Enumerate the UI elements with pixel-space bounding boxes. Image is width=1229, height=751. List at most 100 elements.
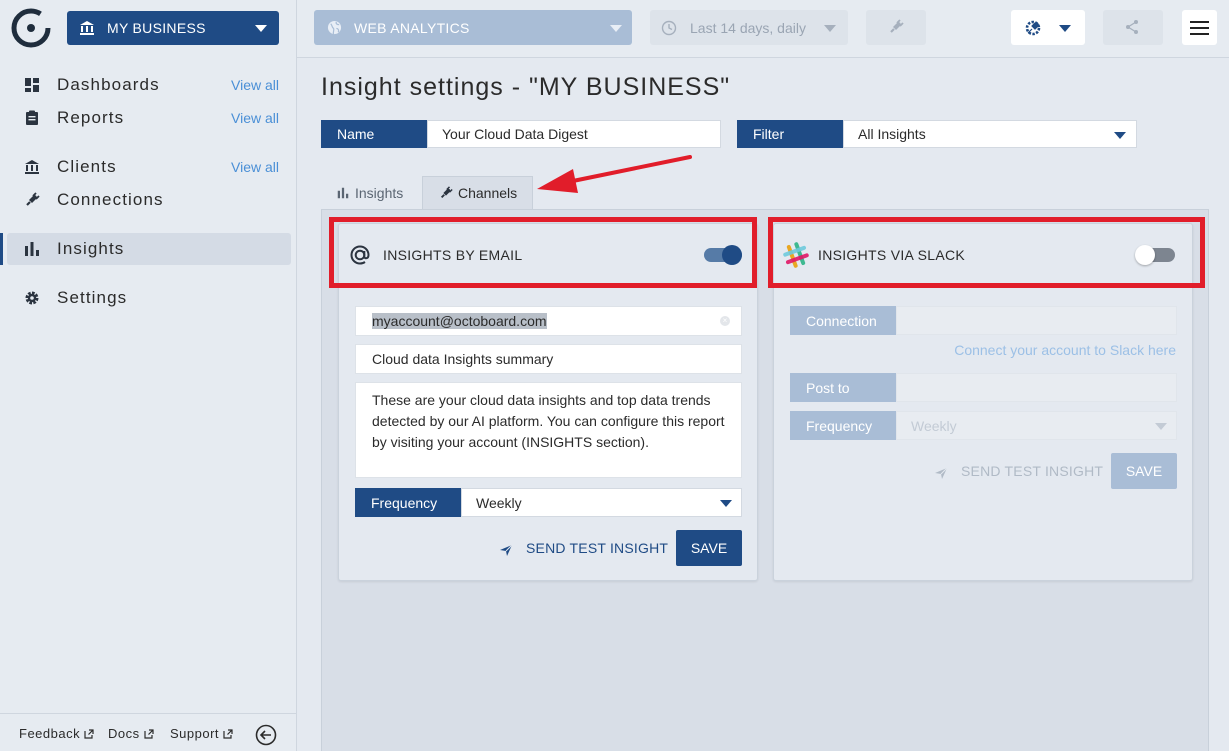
paper-plane-icon [500, 544, 513, 556]
slack-save-button[interactable]: SAVE [1111, 453, 1177, 489]
external-link-icon [84, 728, 94, 739]
annotation-highlight-email [329, 217, 757, 288]
chevron-down-icon [1155, 423, 1167, 430]
share-button[interactable] [1103, 10, 1163, 45]
sidebar-item-label: Connections [57, 190, 164, 209]
datasource-label: WEB ANALYTICS [354, 19, 470, 36]
plug-icon [440, 186, 453, 199]
email-frequency-value: Weekly [476, 494, 522, 511]
send-test-label: SEND TEST INSIGHT [961, 463, 1104, 479]
slack-post-to-label: Post to [790, 373, 896, 402]
sidebar-item-reports[interactable]: Reports View all [0, 102, 291, 134]
business-name: MY BUSINESS [107, 20, 206, 36]
bar-chart-icon [25, 242, 39, 256]
external-link-icon [223, 728, 233, 739]
plug-icon [26, 192, 40, 206]
sidebar-item-insights[interactable]: Insights [7, 233, 291, 265]
top-bar: WEB ANALYTICS Last 14 days, daily [297, 0, 1229, 58]
external-link-icon [144, 728, 154, 739]
sidebar-item-connections[interactable]: Connections [0, 184, 291, 216]
feedback-label: Feedback [19, 726, 81, 741]
slack-connection-select[interactable] [896, 306, 1177, 335]
active-indicator [0, 233, 3, 265]
dashboard-icon [25, 78, 39, 92]
filter-label: Filter [737, 120, 843, 148]
clear-input-icon[interactable]: × [720, 316, 730, 326]
sidebar-item-dashboards[interactable]: Dashboards View all [0, 69, 291, 101]
view-all-dashboards-link[interactable]: View all [231, 77, 279, 93]
main-menu-button[interactable] [1182, 10, 1217, 45]
chevron-down-icon [1114, 132, 1126, 139]
connect-slack-link[interactable]: Connect your account to Slack here [954, 342, 1176, 358]
email-frequency-select[interactable]: Weekly [461, 488, 742, 517]
sidebar-item-label: Insights [57, 239, 125, 258]
sidebar-item-label: Clients [57, 157, 117, 176]
dashboard-settings-button[interactable] [1011, 10, 1085, 45]
chevron-down-icon [255, 25, 267, 32]
name-label: Name [321, 120, 427, 148]
chevron-down-icon [720, 500, 732, 507]
email-frequency-label: Frequency [355, 488, 461, 517]
channels-panel: INSIGHTS BY EMAIL myaccount@octoboard.co… [321, 209, 1209, 751]
clipboard-icon [26, 110, 38, 125]
slack-frequency-select[interactable]: Weekly [896, 411, 1177, 440]
chevron-down-icon [610, 25, 622, 32]
globe-icon [327, 20, 342, 35]
share-icon [1126, 20, 1138, 34]
name-input[interactable]: Your Cloud Data Digest [427, 120, 721, 148]
email-recipient-input[interactable]: myaccount@octoboard.com × [355, 306, 742, 336]
clock-icon [661, 20, 677, 36]
chevron-down-icon [1059, 25, 1071, 32]
email-save-button[interactable]: SAVE [676, 530, 742, 566]
support-label: Support [170, 726, 220, 741]
connections-button[interactable] [866, 10, 926, 45]
email-subject-input[interactable]: Cloud data Insights summary [355, 344, 742, 374]
slack-frequency-label: Frequency [790, 411, 896, 440]
slack-send-test-button[interactable]: SEND TEST INSIGHT [934, 462, 1103, 480]
email-send-test-button[interactable]: SEND TEST INSIGHT [499, 539, 668, 557]
tab-label: Insights [355, 184, 404, 201]
business-selector[interactable]: MY BUSINESS [67, 11, 279, 45]
bank-icon [80, 21, 94, 35]
datasource-selector[interactable]: WEB ANALYTICS [314, 10, 632, 45]
collapse-sidebar-icon[interactable] [255, 724, 277, 746]
bank-icon [25, 160, 39, 174]
feedback-link[interactable]: Feedback [19, 726, 94, 741]
sidebar-item-label: Reports [57, 108, 125, 127]
hamburger-icon [1190, 27, 1209, 29]
gear-icon [25, 291, 39, 305]
sidebar: MY BUSINESS Dashboards View all Reports … [0, 0, 297, 751]
plug-icon [890, 19, 904, 33]
slack-frequency-value: Weekly [911, 417, 957, 434]
date-range-label: Last 14 days, daily [690, 19, 806, 36]
view-all-clients-link[interactable]: View all [231, 159, 279, 175]
tab-insights[interactable]: Insights [321, 176, 421, 209]
page-title: Insight settings - "MY BUSINESS" [321, 73, 731, 101]
tab-channels[interactable]: Channels [422, 176, 533, 209]
support-link[interactable]: Support [170, 726, 233, 741]
paper-plane-icon [935, 467, 948, 479]
slack-connection-label: Connection [790, 306, 896, 335]
sidebar-item-settings[interactable]: Settings [0, 282, 291, 314]
bar-chart-icon [337, 187, 349, 198]
filter-select[interactable]: All Insights [843, 120, 1137, 148]
tab-label: Channels [458, 185, 518, 201]
filter-value: All Insights [858, 126, 926, 142]
sidebar-item-label: Dashboards [57, 75, 160, 94]
chevron-down-icon [824, 25, 836, 32]
email-body-textarea[interactable]: These are your cloud data insights and t… [355, 382, 742, 478]
docs-label: Docs [108, 726, 140, 741]
email-recipient-value: myaccount@octoboard.com [372, 313, 547, 329]
octoboard-logo-icon[interactable] [10, 7, 52, 49]
date-range-selector[interactable]: Last 14 days, daily [650, 10, 848, 45]
sidebar-item-label: Settings [57, 288, 128, 307]
settings-plug-icon [1025, 20, 1041, 36]
view-all-reports-link[interactable]: View all [231, 110, 279, 126]
annotation-highlight-slack [768, 217, 1205, 288]
sidebar-footer: Feedback Docs Support [0, 713, 296, 751]
slack-post-to-select[interactable] [896, 373, 1177, 402]
docs-link[interactable]: Docs [108, 726, 154, 741]
sidebar-item-clients[interactable]: Clients View all [0, 151, 291, 183]
hamburger-icon [1190, 33, 1209, 35]
hamburger-icon [1190, 21, 1209, 23]
